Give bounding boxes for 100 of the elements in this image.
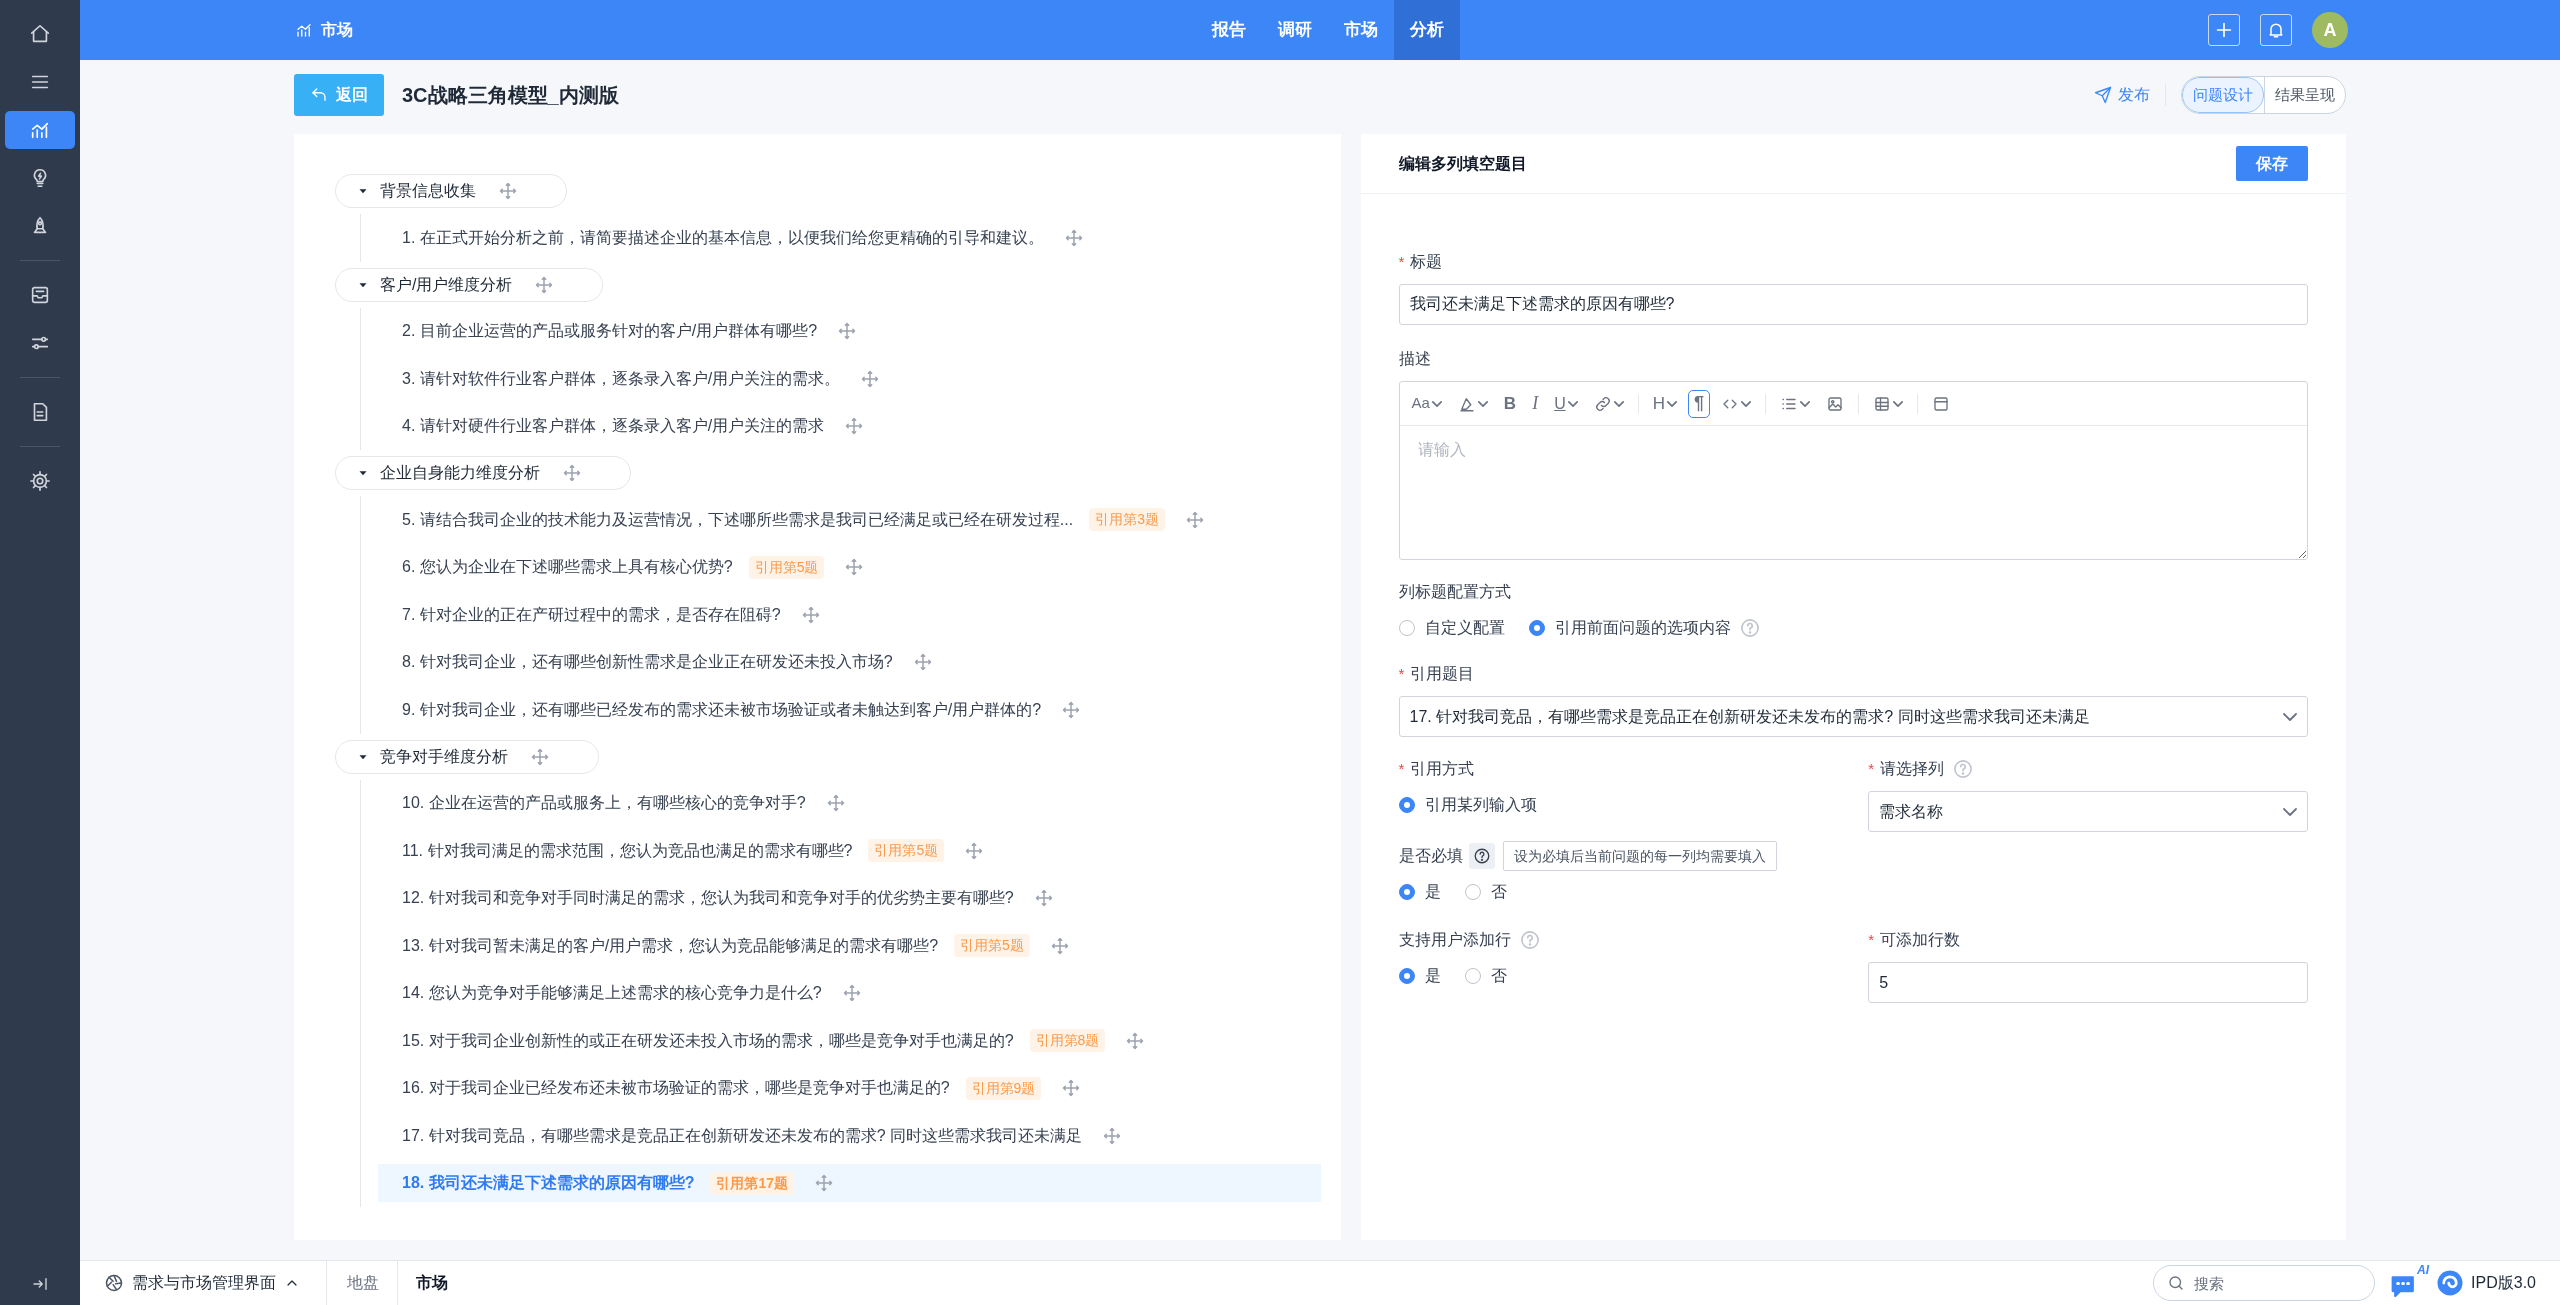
move-icon xyxy=(841,983,862,1004)
question-item[interactable]: 2. 目前企业运营的产品或服务针对的客户/用户群体有哪些? xyxy=(378,312,1321,351)
question-item[interactable]: 3. 请针对软件行业客户群体，逐条录入客户/用户关注的需求。 xyxy=(378,359,1321,398)
move-icon xyxy=(814,1173,835,1194)
underline-tool[interactable]: U xyxy=(1549,389,1583,418)
question-item[interactable]: 7. 针对企业的正在产研过程中的需求，是否存在阻碍? xyxy=(378,595,1321,634)
italic-tool[interactable]: I xyxy=(1527,389,1544,418)
radio-option[interactable]: 自定义配置 xyxy=(1398,616,1505,640)
move-icon xyxy=(534,274,555,295)
field-label: 支持用户添加行 xyxy=(1398,930,1511,950)
input-field[interactable]: 5 xyxy=(1868,962,2308,1003)
radio-option[interactable]: 是 xyxy=(1398,880,1441,904)
add-button[interactable] xyxy=(2208,14,2240,46)
select-field[interactable]: 17. 针对我司竞品，有哪些需求是竞品正在创新研发还未发布的需求? 同时这些需求我司还未满足 xyxy=(1398,696,2308,737)
radio-option[interactable]: 引用某列输入项 xyxy=(1398,793,1537,817)
question-item[interactable]: 13. 针对我司暂未满足的客户/用户需求，您认为竞品能够满足的需求有哪些? 引用第5题 xyxy=(378,926,1321,965)
radio-button[interactable] xyxy=(1528,620,1545,636)
chevron-down-icon xyxy=(2283,807,2297,816)
notification-button[interactable] xyxy=(2260,14,2292,46)
required-mark: * xyxy=(1398,663,1405,684)
description-field[interactable]: 请输入 xyxy=(1399,426,2307,559)
move-icon xyxy=(1033,888,1054,909)
question-item[interactable]: 18. 我司还未满足下述需求的原因有哪些? 引用第17题 xyxy=(378,1164,1321,1203)
field-label: 标题 xyxy=(1410,252,1443,272)
reference-tag: 引用第5题 xyxy=(954,934,1030,958)
move-icon xyxy=(1061,1078,1082,1099)
move-icon xyxy=(844,416,865,437)
field-label: 引用题目 xyxy=(1410,664,1475,684)
view-tab[interactable]: 结果呈现 xyxy=(2264,77,2345,113)
move-icon xyxy=(1063,227,1084,248)
ai-label: AI xyxy=(2417,1262,2430,1279)
font-tool[interactable]: Aa xyxy=(1406,389,1447,418)
paragraph-tool[interactable]: ¶ xyxy=(1688,389,1710,418)
move-icon xyxy=(825,793,846,814)
save-button[interactable]: 保存 xyxy=(2236,146,2308,181)
move-icon xyxy=(1049,935,1070,956)
radio-option[interactable]: 否 xyxy=(1464,880,1507,904)
field-label: 引用方式 xyxy=(1410,759,1475,779)
panel-icon xyxy=(1932,394,1950,413)
question-item[interactable]: 10. 企业在运营的产品或服务上，有哪些核心的竞争对手? xyxy=(378,784,1321,823)
radio-button[interactable] xyxy=(1398,797,1415,813)
question-item[interactable]: 1. 在正式开始分析之前，请简要描述企业的基本信息，以便我们给您更精确的引导和建议。 xyxy=(378,218,1321,257)
move-icon xyxy=(964,840,985,861)
home-icon xyxy=(29,23,51,45)
nav-tab[interactable]: 调研 xyxy=(1262,0,1328,60)
collapse-icon xyxy=(31,1275,49,1293)
radio-button[interactable] xyxy=(1398,884,1415,900)
move-icon xyxy=(837,321,858,342)
move-icon xyxy=(1184,509,1205,530)
question-item[interactable]: 9. 针对我司企业，还有哪些已经发布的需求还未被市场验证或者未触达到客户/用户群体的? xyxy=(378,690,1321,729)
input-field[interactable]: 我司还未满足下述需求的原因有哪些? xyxy=(1398,284,2308,325)
radio-button[interactable] xyxy=(1398,968,1415,984)
question-item[interactable]: 15. 对于我司企业创新性的或正在研发还未投入市场的需求，哪些是竞争对手也满足的? 引用第8题 xyxy=(378,1021,1321,1060)
move-icon xyxy=(860,368,881,389)
app-switcher[interactable]: 需求与市场管理界面 xyxy=(104,1271,300,1295)
aperture-icon xyxy=(104,1273,124,1293)
nav-tab[interactable]: 分析 xyxy=(1394,0,1460,60)
question-item[interactable]: 8. 针对我司企业，还有哪些创新性需求是企业正在研发还未投入市场? xyxy=(378,643,1321,682)
nav-tab[interactable]: 市场 xyxy=(1328,0,1394,60)
question-item[interactable]: 17. 针对我司竞品，有哪些需求是竞品正在创新研发还未发布的需求? 同时这些需求我司还未满足 xyxy=(378,1116,1321,1155)
table-icon xyxy=(1873,394,1891,413)
radio-option[interactable]: 否 xyxy=(1464,964,1507,988)
move-icon xyxy=(562,463,582,483)
question-item[interactable]: 16. 对于我司企业已经发布还未被市场验证的需求，哪些是竞争对手也满足的? 引用第9题 xyxy=(378,1069,1321,1108)
field-label: 描述 xyxy=(1398,349,1431,369)
radio-button[interactable] xyxy=(1398,620,1415,636)
send-icon xyxy=(2094,86,2112,104)
heading-tool[interactable]: H xyxy=(1647,389,1682,418)
field-label: 列标题配置方式 xyxy=(1398,582,1511,602)
breadcrumb-link[interactable]: 地盘 xyxy=(347,1271,379,1295)
section-title: 市场 xyxy=(321,20,353,40)
question-item[interactable]: 5. 请结合我司企业的技术能力及运营情况，下述哪所些需求是我司已经满足或已经在研发过程... 引用第3题 xyxy=(378,500,1321,539)
move-icon xyxy=(912,652,933,673)
breadcrumb-link[interactable]: 市场 xyxy=(416,1271,448,1295)
question-item[interactable]: 14. 您认为竞争对手能够满足上述需求的核心竞争力是什么? xyxy=(378,974,1321,1013)
select-field[interactable]: 需求名称 xyxy=(1868,791,2308,832)
question-item[interactable]: 12. 针对我司和竞争对手同时满足的需求，您认为我司和竞争对手的优劣势主要有哪些? xyxy=(378,879,1321,918)
field-label: 可添加行数 xyxy=(1880,930,1961,950)
field-label: 请选择列 xyxy=(1880,759,1945,779)
question-item[interactable]: 11. 针对我司满足的需求范围，您认为竞品也满足的需求有哪些? 引用第5题 xyxy=(378,831,1321,870)
move-icon xyxy=(800,604,821,625)
inbox-icon xyxy=(29,284,51,306)
back-arrow-icon xyxy=(310,86,328,104)
bold-tool[interactable]: B xyxy=(1498,389,1522,418)
field-label: 是否必填 xyxy=(1398,846,1463,866)
nav-tab[interactable]: 报告 xyxy=(1196,0,1262,60)
collapse-button[interactable] xyxy=(31,1275,49,1293)
rich-text-editor[interactable]: Aa B I U H ¶ 请输入 xyxy=(1398,381,2308,560)
version-label: IPD版3.0 xyxy=(2471,1273,2536,1293)
chevron-down-icon xyxy=(2283,712,2297,721)
radio-button[interactable] xyxy=(1464,968,1481,984)
link-icon xyxy=(1593,394,1612,413)
question-item[interactable]: 6. 您认为企业在下述哪些需求上具有核心优势? 引用第5题 xyxy=(378,548,1321,587)
radio-button[interactable] xyxy=(1464,884,1481,900)
settings-icon xyxy=(29,470,51,492)
move-icon xyxy=(498,181,518,201)
question-item[interactable]: 4. 请针对硬件行业客户群体，逐条录入客户/用户关注的需求 xyxy=(378,407,1321,446)
radio-option[interactable]: 引用前面问题的选项内容 xyxy=(1528,616,1759,640)
search-field[interactable]: 搜索 xyxy=(2153,1265,2376,1301)
radio-option[interactable]: 是 xyxy=(1398,964,1441,988)
